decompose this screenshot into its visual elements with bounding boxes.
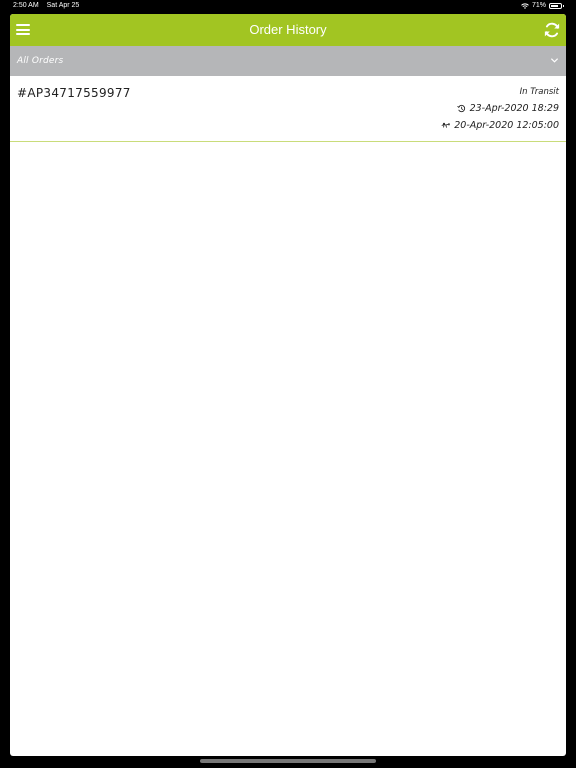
- nav-bar: Order History: [10, 14, 566, 46]
- order-row[interactable]: #AP34717559977 In Transit 23-Apr-2020 18…: [10, 76, 566, 142]
- status-time: 2:50 AM: [13, 2, 39, 9]
- order-placed-row: 23-Apr-2020 18:29: [456, 103, 559, 114]
- order-filter-label: All Orders: [17, 56, 64, 66]
- battery-percent: 71%: [531, 2, 546, 9]
- delivery-icon: [441, 122, 450, 128]
- status-right: 71%: [521, 0, 564, 12]
- order-delivery-row: 20-Apr-2020 12:05:00: [441, 120, 559, 131]
- order-status: In Transit: [519, 87, 559, 97]
- clock-icon: [456, 104, 465, 113]
- menu-icon[interactable]: [16, 24, 30, 35]
- status-date: Sat Apr 25: [46, 2, 80, 9]
- page-title: Order History: [249, 22, 327, 37]
- battery-icon: [549, 3, 564, 9]
- order-placed-date: 23-Apr-2020 18:29: [469, 103, 559, 114]
- home-indicator[interactable]: [200, 759, 376, 763]
- order-number: #AP34717559977: [17, 86, 131, 100]
- app-window: Order History All Orders #AP34717559977 …: [10, 14, 566, 756]
- order-list: #AP34717559977 In Transit 23-Apr-2020 18…: [10, 76, 566, 142]
- wifi-icon: [521, 2, 529, 9]
- order-filter-dropdown[interactable]: All Orders: [10, 46, 566, 76]
- order-delivery-date: 20-Apr-2020 12:05:00: [454, 120, 559, 131]
- status-bar: 2:50 AM Sat Apr 25 71%: [0, 0, 576, 12]
- status-left: 2:50 AM Sat Apr 25: [13, 0, 79, 12]
- chevron-down-icon[interactable]: [550, 56, 559, 65]
- refresh-icon[interactable]: [543, 21, 561, 39]
